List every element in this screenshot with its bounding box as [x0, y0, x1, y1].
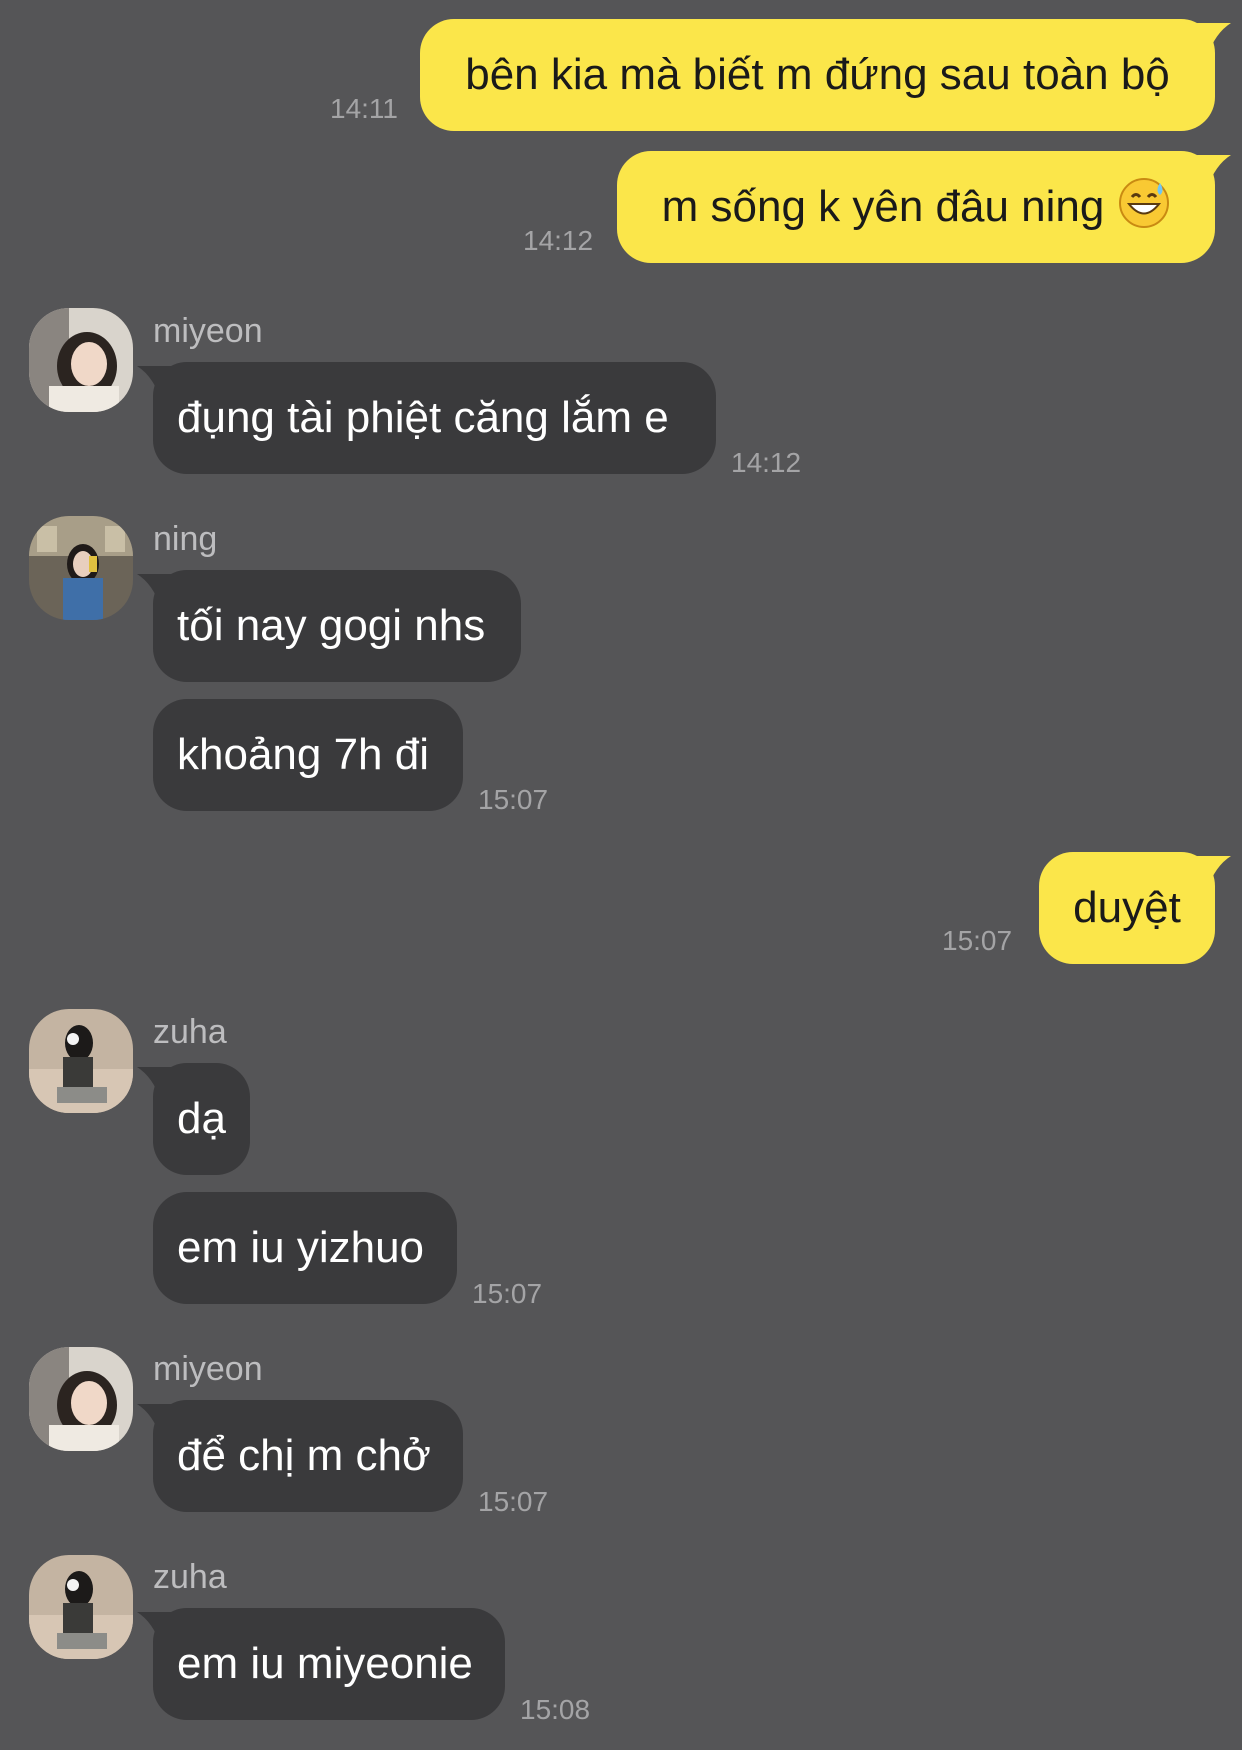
message-text: để chị m chở [177, 1431, 431, 1480]
sender-name: zuha [153, 1558, 227, 1596]
incoming-message-bubble[interactable]: khoảng 7h đi [153, 699, 463, 811]
message-timestamp: 14:12 [731, 447, 802, 478]
message-text: tối nay gogi nhs [177, 601, 486, 650]
incoming-message-bubble[interactable]: em iu yizhuo [153, 1192, 457, 1304]
bubble-tail [137, 1404, 171, 1438]
incoming-message-bubble[interactable]: đụng tài phiệt căng lắm e [137, 362, 716, 474]
bubble-tail [137, 1612, 171, 1646]
avatar-ning[interactable] [29, 516, 133, 620]
outgoing-message-bubble[interactable]: duyệt [1039, 852, 1231, 964]
avatar-zuha[interactable] [29, 1009, 133, 1113]
message-text: đụng tài phiệt căng lắm e [177, 393, 669, 442]
sender-name: ning [153, 520, 218, 558]
bubble-tail [137, 574, 171, 608]
outgoing-message-bubble[interactable]: bên kia mà biết m đứng sau toàn bộ [420, 19, 1231, 131]
message-timestamp: 14:11 [330, 93, 398, 124]
message-timestamp: 15:07 [478, 1486, 549, 1517]
message-text: em iu miyeonie [177, 1639, 473, 1688]
incoming-message-bubble[interactable]: để chị m chở [137, 1400, 463, 1512]
message-text: khoảng 7h đi [177, 730, 429, 779]
message-text: bên kia mà biết m đứng sau toàn bộ [465, 50, 1170, 99]
message-timestamp: 14:12 [523, 225, 594, 256]
message-timestamp: 15:07 [942, 925, 1013, 956]
grinning-face-with-sweat-icon [1118, 177, 1170, 237]
sender-name: zuha [153, 1013, 227, 1051]
bubble-tail [1197, 155, 1231, 189]
message-timestamp: 15:07 [472, 1278, 543, 1309]
bubble-tail [1197, 23, 1231, 57]
message-timestamp: 15:07 [478, 784, 549, 815]
sender-name: miyeon [153, 312, 263, 350]
incoming-message-bubble[interactable]: em iu miyeonie [137, 1608, 505, 1720]
message-text: m sống k yên đâu ning [661, 182, 1105, 231]
bubble-tail [1197, 856, 1231, 890]
message-text: dạ [177, 1094, 226, 1143]
incoming-message-bubble[interactable]: dạ [137, 1063, 250, 1175]
message-text: em iu yizhuo [177, 1223, 425, 1272]
avatar-zuha[interactable] [29, 1555, 133, 1659]
outgoing-message-bubble[interactable]: m sống k yên đâu ning [617, 151, 1231, 263]
bubble-tail [137, 1067, 171, 1101]
sender-name: miyeon [153, 1350, 263, 1388]
message-text: duyệt [1073, 883, 1181, 932]
incoming-message-bubble[interactable]: tối nay gogi nhs [137, 570, 521, 682]
avatar-miyeon[interactable] [29, 308, 133, 412]
bubble-tail [137, 366, 171, 400]
avatar-miyeon[interactable] [29, 1347, 133, 1451]
message-timestamp: 15:08 [520, 1694, 591, 1725]
